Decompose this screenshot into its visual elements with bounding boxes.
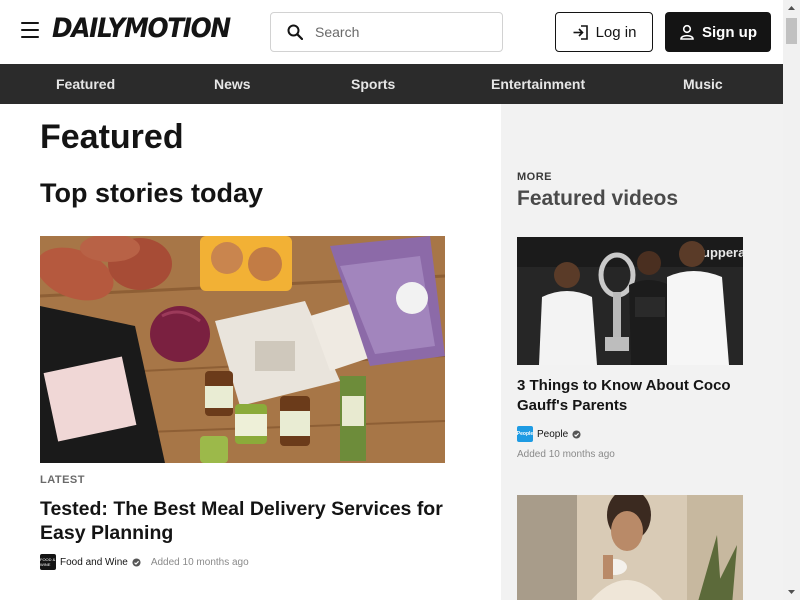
nav-item-entertainment[interactable]: Entertainment xyxy=(491,64,585,104)
login-button[interactable]: Log in xyxy=(555,12,653,52)
scroll-down-arrow-icon[interactable] xyxy=(783,583,800,600)
story-source[interactable]: Food and Wine xyxy=(60,557,128,568)
story-added: Added 10 months ago xyxy=(150,556,249,568)
coco-gauff-image: uppera xyxy=(517,237,743,365)
people-logo: People xyxy=(517,426,533,442)
thumb-overlay-text: uppera xyxy=(702,245,743,260)
verified-icon xyxy=(572,429,581,439)
story-title-link[interactable]: Tested: The Best Meal Delivery Services … xyxy=(40,497,460,545)
dailymotion-logo[interactable]: DAILYMOTION xyxy=(52,13,231,44)
search-input[interactable] xyxy=(315,24,485,40)
video-thumbnail[interactable]: uppera xyxy=(517,237,743,365)
video-meta: People People xyxy=(517,426,591,442)
search-box[interactable] xyxy=(270,12,503,52)
page-scrollbar[interactable] xyxy=(783,0,800,600)
signup-label: Sign up xyxy=(702,23,757,41)
video-title-link[interactable]: 3 Things to Know About Coco Gauff's Pare… xyxy=(517,376,747,416)
nav-item-news[interactable]: News xyxy=(214,64,251,104)
nav-item-sports[interactable]: Sports xyxy=(351,64,395,104)
food-and-wine-logo: FOOD & WINE xyxy=(40,554,56,570)
story-meta: FOOD & WINE Food and Wine Added 10 month… xyxy=(40,554,249,570)
category-nav: Featured News Sports Entertainment Music xyxy=(0,64,783,104)
video-source[interactable]: People xyxy=(537,429,568,440)
scroll-up-arrow-icon[interactable] xyxy=(783,0,800,17)
login-icon xyxy=(573,24,588,40)
menu-icon[interactable] xyxy=(21,22,39,40)
page-title: Featured xyxy=(40,118,184,156)
verified-icon xyxy=(132,557,141,567)
story-tag: LATEST xyxy=(40,474,85,486)
more-kicker: MORE xyxy=(517,171,552,183)
nav-item-music[interactable]: Music xyxy=(683,64,723,104)
main-content: Featured Top stories today LATEST Tested… xyxy=(0,104,501,600)
featured-videos-title: Featured videos xyxy=(517,187,679,210)
meal-kit-image xyxy=(40,236,445,463)
login-label: Log in xyxy=(595,23,637,41)
user-icon xyxy=(680,24,694,40)
signup-button[interactable]: Sign up xyxy=(665,12,771,52)
video-thumbnail[interactable] xyxy=(517,495,743,600)
woman-tea-image xyxy=(517,495,743,600)
scrollbar-thumb[interactable] xyxy=(786,18,797,44)
video-added: Added 10 months ago xyxy=(517,449,615,460)
featured-videos-panel: MORE Featured videos uppera 3 Things to … xyxy=(501,104,783,600)
section-title: Top stories today xyxy=(40,178,264,208)
top-header: DAILYMOTION Log in Sign up xyxy=(0,0,783,64)
nav-item-featured[interactable]: Featured xyxy=(56,64,115,104)
search-icon xyxy=(287,24,303,40)
story-thumbnail[interactable] xyxy=(40,236,445,463)
